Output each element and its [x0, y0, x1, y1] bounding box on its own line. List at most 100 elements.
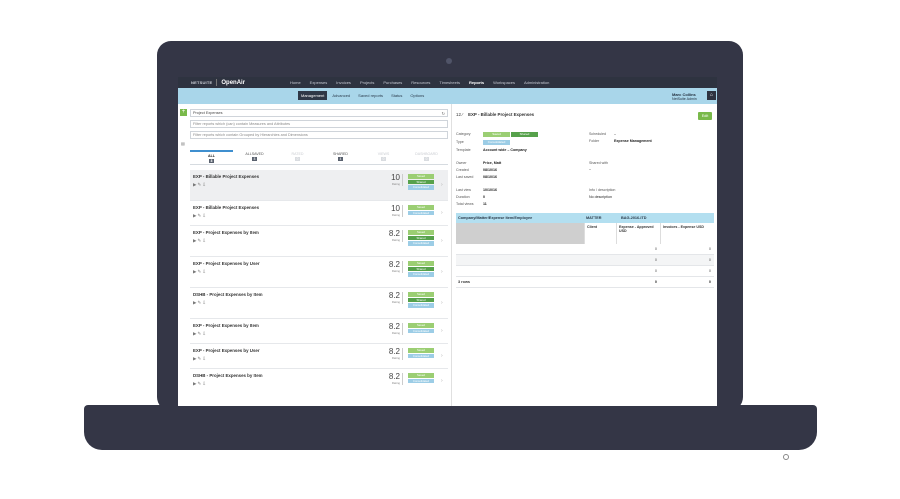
add-report-button[interactable]: + — [180, 109, 187, 116]
tab-management[interactable]: Management — [298, 91, 328, 100]
search-value: Project Expenses — [193, 111, 223, 115]
home-button[interactable]: ⌂ — [707, 91, 716, 100]
report-row[interactable]: DSHB - Project Expenses by Item ▶✎⇩ 8.2 R… — [190, 369, 448, 393]
report-row[interactable]: EXP - Project Expenses by Item ▶✎⇩ 8.2 Ra… — [190, 319, 448, 344]
invoices-cell: 0 — [708, 247, 711, 251]
download-icon[interactable]: ⇩ — [202, 300, 207, 305]
table-row[interactable]: 0 0 — [456, 266, 714, 277]
nav-item-timesheets[interactable]: Timesheets — [439, 80, 460, 85]
measures-filter-input[interactable]: Filter reports which (can) contain Measu… — [190, 120, 448, 128]
chevron-right-icon[interactable]: › — [441, 328, 443, 334]
chevron-right-icon[interactable]: › — [441, 182, 443, 188]
nav-item-purchases[interactable]: Purchases — [383, 80, 402, 85]
folder-label: Folder — [589, 139, 600, 143]
nav-item-resources[interactable]: Resources — [411, 80, 430, 85]
table-row[interactable]: 0 0 — [456, 244, 714, 255]
filter-tab-allsaved[interactable]: ALLSAVED 8 — [233, 150, 276, 164]
rating-value: 10 — [391, 173, 400, 182]
side-panel-icon[interactable]: ▤ — [181, 141, 185, 146]
filter-tab-count: 0 — [295, 157, 300, 161]
download-icon[interactable]: ⇩ — [202, 238, 207, 243]
user-menu[interactable]: Marc Collins NetSuite Admin — [672, 88, 697, 104]
rating-value: 8.2 — [388, 372, 400, 381]
chevron-right-icon[interactable]: › — [441, 238, 443, 244]
report-rating: 8.2 Rating — [386, 348, 403, 360]
app-screen: NETSUITE OpenAir Home Expenses Invoices … — [178, 77, 717, 406]
folder-value: Expense Management — [614, 139, 652, 143]
chevron-right-icon[interactable]: › — [441, 269, 443, 275]
plus-icon: + — [181, 109, 186, 115]
filter-tab-count: 0 — [424, 157, 429, 161]
type-pill: Consolidated — [483, 140, 510, 145]
download-icon[interactable]: ⇩ — [202, 381, 207, 386]
hierarchy-filter-input[interactable]: Filter reports which contain Grouped by … — [190, 131, 448, 139]
download-icon[interactable]: ⇩ — [202, 213, 207, 218]
filter-tab-rated[interactable]: RATED 0 — [276, 150, 319, 164]
nav-item-expenses[interactable]: Expenses — [310, 80, 328, 85]
chevron-right-icon[interactable]: › — [441, 300, 443, 306]
saved-badge: Saved — [408, 261, 434, 266]
report-badges: Saved Consolidated — [408, 348, 434, 359]
report-row[interactable]: EXP - Billable Project Expenses ▶✎⇩ 10 Ra… — [190, 170, 448, 201]
download-icon[interactable]: ⇩ — [202, 269, 207, 274]
filter-tab-label: DASHBOARD — [415, 152, 438, 156]
duration-value: 0 — [483, 195, 485, 199]
type-label: Type — [456, 140, 464, 144]
download-icon[interactable]: ⇩ — [202, 356, 207, 361]
rating-label: Rating — [391, 300, 400, 304]
report-badges: Saved Shared Consolidated — [408, 174, 434, 191]
breadcrumb-separator: ⁄ — [462, 112, 465, 117]
nav-item-workspaces[interactable]: Workspaces — [493, 80, 515, 85]
download-icon[interactable]: ⇩ — [202, 182, 207, 187]
download-icon[interactable]: ⇩ — [202, 331, 207, 336]
created-label: Created — [456, 168, 469, 172]
nav-item-projects[interactable]: Projects — [360, 80, 374, 85]
report-row[interactable]: EXP - Project Expenses by User ▶✎⇩ 8.2 Ra… — [190, 257, 448, 288]
report-actions: ▶✎⇩ — [193, 331, 207, 337]
tab-status[interactable]: Status — [388, 91, 405, 100]
invoices-cell: 0 — [708, 258, 711, 262]
last-view-value: 10/10/16 — [483, 188, 497, 192]
report-badges: Saved Consolidated — [408, 323, 434, 334]
report-row[interactable]: DSHB - Project Expenses by Item ▶✎⇩ 8.2 R… — [190, 288, 448, 319]
chevron-right-icon[interactable]: › — [441, 353, 443, 359]
table-footer: 3 rows 0 0 — [456, 277, 714, 288]
nav-item-invoices[interactable]: Invoices — [336, 80, 351, 85]
approved-cell: 0 — [654, 258, 657, 262]
filter-tab-dashboard[interactable]: DASHBOARD 0 — [405, 150, 448, 164]
tab-advanced[interactable]: Advanced — [329, 91, 353, 100]
consolidated-badge: Consolidated — [408, 378, 434, 383]
tab-options[interactable]: Options — [407, 91, 427, 100]
reset-icon[interactable]: ↻ — [442, 111, 445, 116]
report-row[interactable]: EXP - Billable Project Expenses ▶✎⇩ 10 Ra… — [190, 201, 448, 226]
search-input[interactable]: Project Expenses ↻ — [190, 109, 448, 117]
rating-label: Rating — [391, 356, 400, 360]
filter-tab-label: RATED — [291, 152, 304, 156]
report-badges: Saved Consolidated — [408, 205, 434, 216]
nav-item-home[interactable]: Home — [290, 80, 301, 85]
table-row[interactable]: 0 0 — [456, 255, 714, 266]
report-title: EXP - Project Expenses by User — [193, 261, 260, 266]
filter-tab-label: ALLSAVED — [245, 152, 264, 156]
shared-with-label: Shared with — [589, 161, 608, 165]
nav-item-reports[interactable]: Reports — [469, 80, 484, 85]
nav-item-administration[interactable]: Administration — [524, 80, 549, 85]
report-row[interactable]: EXP - Project Expenses by User ▶✎⇩ 8.2 Ra… — [190, 344, 448, 369]
tab-saved-reports[interactable]: Saved reports — [355, 91, 386, 100]
scheduled-value: – — [614, 132, 616, 136]
report-badges: Saved Shared Consolidated — [408, 230, 434, 247]
report-badges: Saved Shared Consolidated — [408, 261, 434, 278]
chevron-right-icon[interactable]: › — [441, 210, 443, 216]
filter-tab-shared[interactable]: SHARED 4 — [319, 150, 362, 164]
logo[interactable]: NETSUITE OpenAir — [178, 77, 290, 88]
report-detail-panel: 12 ⁄ EXP - Billable Project Expenses Edi… — [453, 104, 717, 406]
subheader-invoices: Invoices - Expense USD — [660, 223, 714, 244]
openair-logo: OpenAir — [221, 79, 246, 86]
chevron-right-icon[interactable]: › — [441, 378, 443, 384]
approved-total: 0 — [654, 280, 657, 284]
edit-button[interactable]: Edit — [698, 112, 712, 120]
filter-tabs: ALL 8 ALLSAVED 8 RATED 0 SHARED 4 VIEWS … — [190, 150, 448, 165]
filter-tab-all[interactable]: ALL 8 — [190, 150, 233, 164]
report-row[interactable]: EXP - Project Expenses by Item ▶✎⇩ 8.2 Ra… — [190, 226, 448, 257]
filter-tab-views[interactable]: VIEWS 0 — [362, 150, 405, 164]
